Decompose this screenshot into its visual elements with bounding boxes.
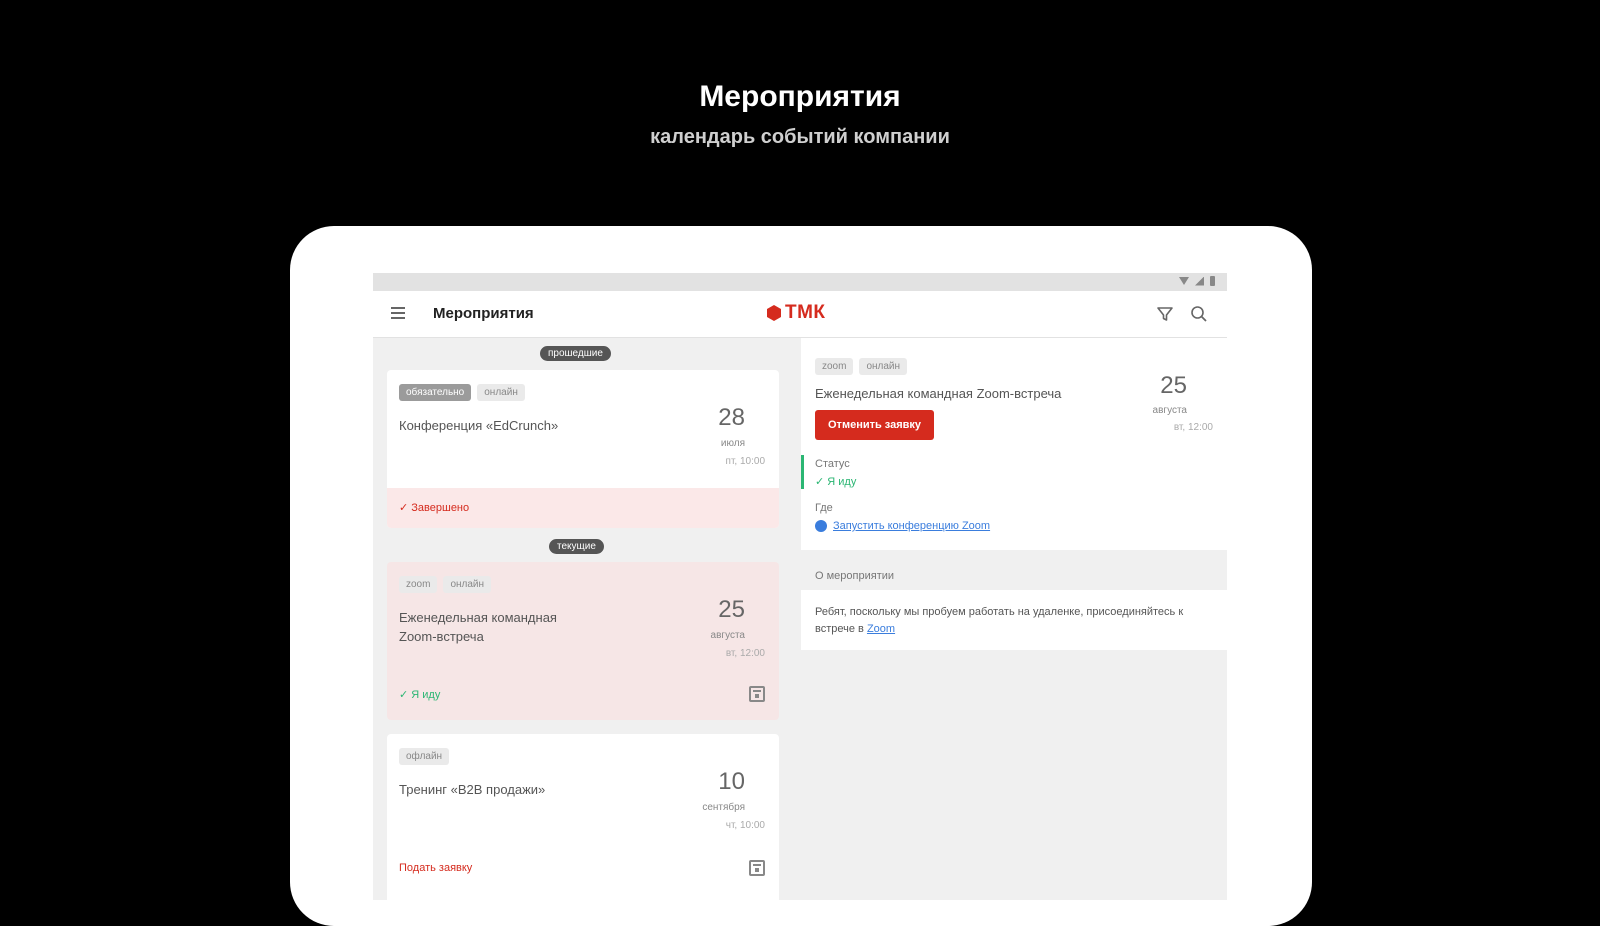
event-day: 28 (718, 404, 745, 431)
section-current-label: текущие (549, 539, 604, 554)
event-card[interactable]: офлайн Тренинг «B2B продажи» 10 сентября… (387, 734, 779, 900)
event-status: ✓ Завершено (399, 502, 470, 514)
status-label: Статус (815, 458, 850, 470)
filter-icon[interactable] (1155, 304, 1175, 324)
status-indicator (801, 455, 804, 489)
cancel-application-button[interactable]: Отменить заявку (815, 410, 935, 440)
tag: онлайн (443, 576, 492, 593)
event-title: Конференция «EdCrunch» (399, 418, 559, 433)
detail-title: Еженедельная командная Zoom-встреча (815, 386, 1062, 401)
detail-time: вт, 12:00 (1173, 422, 1213, 433)
about-label: О мероприятии (815, 570, 895, 582)
calendar-add-icon[interactable] (749, 686, 765, 702)
event-status: ✓ Я иду (399, 689, 441, 701)
promo-subtitle: календарь событий компании (650, 126, 950, 148)
signal-icon (1195, 276, 1204, 286)
wifi-icon (1179, 277, 1189, 285)
logo-mark-icon (767, 305, 781, 321)
menu-icon[interactable] (391, 307, 405, 319)
search-icon[interactable] (1189, 304, 1209, 324)
about-zoom-link[interactable]: Zoom (867, 623, 895, 635)
about-card: Ребят, поскольку мы пробуем работать на … (801, 590, 1227, 650)
event-footer: ✓ Завершено (387, 488, 779, 528)
detail-month: августа (1152, 405, 1187, 416)
event-day: 25 (718, 596, 745, 623)
event-month: сентября (702, 802, 745, 813)
calendar-add-icon[interactable] (749, 860, 765, 876)
zoom-launch-link[interactable]: Запустить конференцию Zoom (815, 520, 990, 532)
event-time: чт, 10:00 (725, 820, 765, 831)
event-detail-card: zoom онлайн Еженедельная командная Zoom-в… (801, 338, 1227, 550)
event-detail: zoom онлайн Еженедельная командная Zoom-в… (801, 338, 1227, 900)
tag: офлайн (399, 748, 450, 765)
apply-link[interactable]: Подать заявку (399, 862, 472, 874)
tag: обязательно (399, 384, 472, 401)
tag: онлайн (859, 358, 908, 375)
event-month: августа (710, 630, 745, 641)
detail-day: 25 (1160, 372, 1187, 399)
logo: ТМК (767, 302, 826, 324)
event-card[interactable]: обязательно онлайн Конференция «EdCrunch»… (387, 370, 779, 528)
promo-title: Мероприятия (699, 80, 901, 113)
battery-icon (1210, 276, 1215, 286)
logo-text: ТМК (785, 302, 826, 323)
event-month: июля (720, 438, 745, 449)
event-day: 10 (718, 768, 745, 795)
about-text: Ребят, поскольку мы пробуем работать на … (815, 604, 1211, 638)
tag: zoom (815, 358, 854, 375)
event-card[interactable]: zoom онлайн Еженедельная командная Zoom-в… (387, 562, 779, 720)
zoom-link-text: Запустить конференцию Zoom (833, 520, 991, 532)
where-label: Где (815, 502, 833, 514)
event-title: Еженедельная командная Zoom-встреча (399, 610, 557, 644)
tag: онлайн (477, 384, 525, 401)
tag: zoom (399, 576, 438, 593)
app-bar: Мероприятия ТМК (373, 291, 1227, 338)
section-past-label: прошедшие (540, 346, 611, 361)
app-screen: Мероприятия ТМК прошедшие обязательно онл… (373, 273, 1227, 900)
event-time: пт, 10:00 (725, 456, 765, 467)
status-value: ✓ Я иду (815, 476, 857, 488)
page-title: Мероприятия (433, 305, 534, 322)
status-bar (373, 273, 1227, 291)
event-title: Тренинг «B2B продажи» (399, 782, 546, 797)
zoom-icon (815, 520, 827, 532)
events-list: прошедшие обязательно онлайн Конференция … (373, 338, 789, 900)
event-time: вт, 12:00 (725, 648, 765, 659)
